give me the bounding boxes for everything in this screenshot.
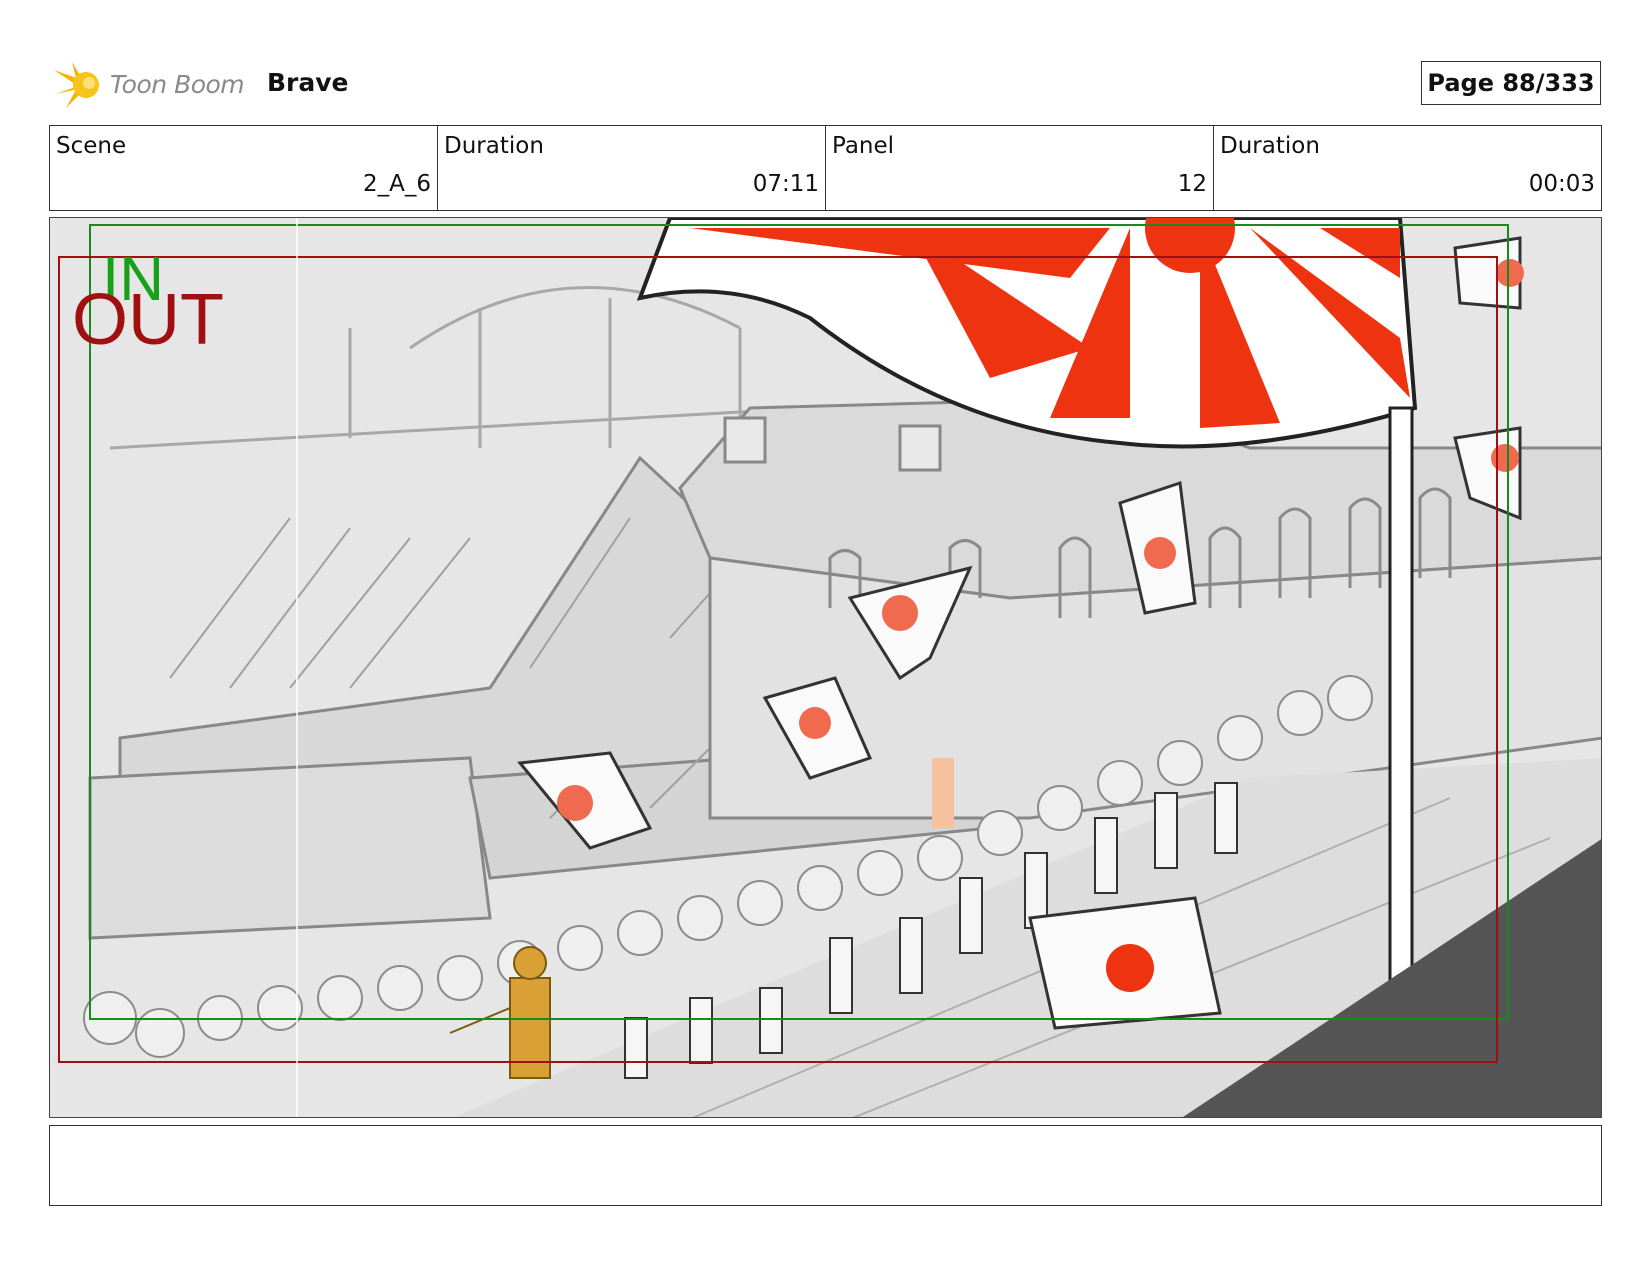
panel-duration-value: 00:03: [1528, 171, 1595, 197]
panel-label: Panel: [832, 133, 895, 159]
storyboard-panel: IN OUT: [49, 217, 1602, 1118]
scene-info-table: Scene 2_A_6 Duration 07:11 Panel 12 Dura…: [49, 125, 1602, 211]
panel-value: 12: [1177, 171, 1207, 197]
panel-duration-cell: Duration 00:03: [1214, 126, 1601, 210]
logo-wordmark: Toon Boom: [110, 70, 245, 99]
highlight-figure: [932, 758, 954, 828]
scene-cell: Scene 2_A_6: [50, 126, 438, 210]
panel-cell: Panel 12: [826, 126, 1214, 210]
out-label: OUT: [72, 280, 224, 360]
scene-duration-value: 07:11: [752, 171, 819, 197]
panel-sketch: IN OUT: [50, 218, 1601, 1117]
project-title: Brave: [267, 68, 349, 97]
scene-value: 2_A_6: [362, 171, 431, 197]
scene-label: Scene: [56, 133, 127, 159]
scene-duration-cell: Duration 07:11: [438, 126, 826, 210]
page-indicator: Page 88/333: [1421, 61, 1601, 105]
toon-boom-logo: Toon Boom: [52, 56, 252, 114]
sunburst-logo-icon: [54, 62, 99, 108]
panel-notes-box: [49, 1125, 1602, 1206]
panel-duration-label: Duration: [1220, 133, 1320, 159]
scene-duration-label: Duration: [444, 133, 544, 159]
